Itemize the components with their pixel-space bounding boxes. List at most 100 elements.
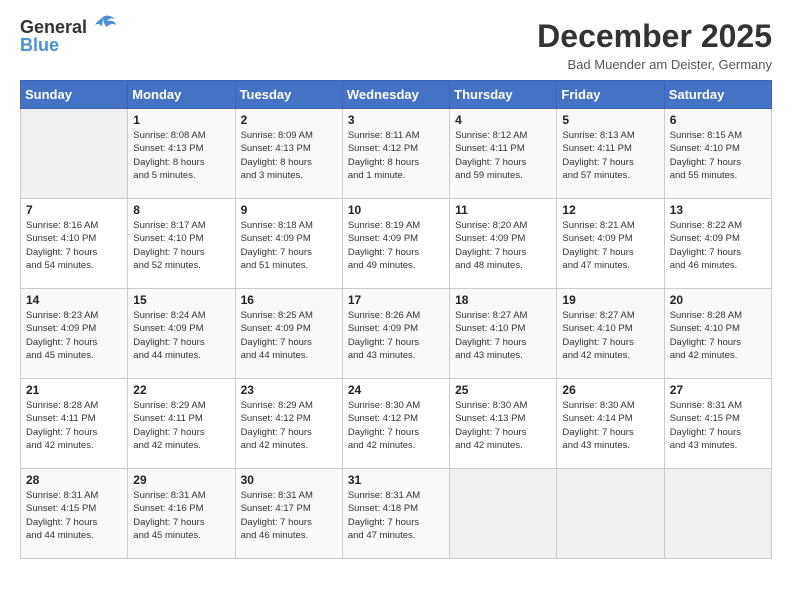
day-number: 13 <box>670 203 766 217</box>
calendar-cell: 7 Sunrise: 8:16 AM Sunset: 4:10 PM Daylig… <box>21 199 128 289</box>
day-info: Sunrise: 8:28 AM Sunset: 4:10 PM Dayligh… <box>670 309 766 362</box>
day-number: 24 <box>348 383 444 397</box>
calendar-cell: 2 Sunrise: 8:09 AM Sunset: 4:13 PM Daylig… <box>235 109 342 199</box>
day-number: 4 <box>455 113 551 127</box>
day-number: 12 <box>562 203 658 217</box>
day-info: Sunrise: 8:24 AM Sunset: 4:09 PM Dayligh… <box>133 309 229 362</box>
calendar-table: SundayMondayTuesdayWednesdayThursdayFrid… <box>20 80 772 559</box>
column-header-saturday: Saturday <box>664 81 771 109</box>
page-header: General Blue December 2025 Bad Muender a… <box>20 18 772 72</box>
calendar-header-row: SundayMondayTuesdayWednesdayThursdayFrid… <box>21 81 772 109</box>
day-number: 5 <box>562 113 658 127</box>
day-number: 21 <box>26 383 122 397</box>
logo: General Blue <box>20 18 117 56</box>
calendar-cell: 5 Sunrise: 8:13 AM Sunset: 4:11 PM Daylig… <box>557 109 664 199</box>
calendar-cell: 8Sunrise: 8:17 AM Sunset: 4:10 PM Daylig… <box>128 199 235 289</box>
day-number: 7 <box>26 203 122 217</box>
day-info: Sunrise: 8:09 AM Sunset: 4:13 PM Dayligh… <box>241 129 337 182</box>
calendar-cell: 30 Sunrise: 8:31 AM Sunset: 4:17 PM Dayli… <box>235 469 342 559</box>
calendar-cell: 10Sunrise: 8:19 AM Sunset: 4:09 PM Dayli… <box>342 199 449 289</box>
day-number: 27 <box>670 383 766 397</box>
day-info: Sunrise: 8:16 AM Sunset: 4:10 PM Dayligh… <box>26 219 122 272</box>
day-info: Sunrise: 8:22 AM Sunset: 4:09 PM Dayligh… <box>670 219 766 272</box>
day-info: Sunrise: 8:31 AM Sunset: 4:15 PM Dayligh… <box>26 489 122 542</box>
day-number: 22 <box>133 383 229 397</box>
day-number: 20 <box>670 293 766 307</box>
calendar-cell: 11Sunrise: 8:20 AM Sunset: 4:09 PM Dayli… <box>450 199 557 289</box>
column-header-sunday: Sunday <box>21 81 128 109</box>
column-header-wednesday: Wednesday <box>342 81 449 109</box>
column-header-friday: Friday <box>557 81 664 109</box>
calendar-cell: 17 Sunrise: 8:26 AM Sunset: 4:09 PM Dayli… <box>342 289 449 379</box>
calendar-cell: 16Sunrise: 8:25 AM Sunset: 4:09 PM Dayli… <box>235 289 342 379</box>
day-info: Sunrise: 8:27 AM Sunset: 4:10 PM Dayligh… <box>455 309 551 362</box>
calendar-cell: 28 Sunrise: 8:31 AM Sunset: 4:15 PM Dayli… <box>21 469 128 559</box>
calendar-cell: 1 Sunrise: 8:08 AM Sunset: 4:13 PM Daylig… <box>128 109 235 199</box>
day-info: Sunrise: 8:30 AM Sunset: 4:14 PM Dayligh… <box>562 399 658 452</box>
calendar-cell: 9 Sunrise: 8:18 AM Sunset: 4:09 PM Daylig… <box>235 199 342 289</box>
calendar-cell: 19 Sunrise: 8:27 AM Sunset: 4:10 PM Dayli… <box>557 289 664 379</box>
day-info: Sunrise: 8:13 AM Sunset: 4:11 PM Dayligh… <box>562 129 658 182</box>
day-number: 2 <box>241 113 337 127</box>
logo-blue-text: Blue <box>20 35 59 55</box>
calendar-cell: 27 Sunrise: 8:31 AM Sunset: 4:15 PM Dayli… <box>664 379 771 469</box>
calendar-week-row: 14 Sunrise: 8:23 AM Sunset: 4:09 PM Dayli… <box>21 289 772 379</box>
column-header-monday: Monday <box>128 81 235 109</box>
calendar-cell: 6Sunrise: 8:15 AM Sunset: 4:10 PM Daylig… <box>664 109 771 199</box>
day-info: Sunrise: 8:23 AM Sunset: 4:09 PM Dayligh… <box>26 309 122 362</box>
day-number: 29 <box>133 473 229 487</box>
day-info: Sunrise: 8:25 AM Sunset: 4:09 PM Dayligh… <box>241 309 337 362</box>
calendar-cell: 24 Sunrise: 8:30 AM Sunset: 4:12 PM Dayli… <box>342 379 449 469</box>
day-info: Sunrise: 8:29 AM Sunset: 4:11 PM Dayligh… <box>133 399 229 452</box>
day-info: Sunrise: 8:08 AM Sunset: 4:13 PM Dayligh… <box>133 129 229 182</box>
day-number: 23 <box>241 383 337 397</box>
day-info: Sunrise: 8:31 AM Sunset: 4:15 PM Dayligh… <box>670 399 766 452</box>
calendar-cell: 31Sunrise: 8:31 AM Sunset: 4:18 PM Dayli… <box>342 469 449 559</box>
calendar-cell: 25Sunrise: 8:30 AM Sunset: 4:13 PM Dayli… <box>450 379 557 469</box>
calendar-week-row: 28 Sunrise: 8:31 AM Sunset: 4:15 PM Dayli… <box>21 469 772 559</box>
day-info: Sunrise: 8:31 AM Sunset: 4:18 PM Dayligh… <box>348 489 444 542</box>
location: Bad Muender am Deister, Germany <box>537 57 772 72</box>
day-info: Sunrise: 8:31 AM Sunset: 4:17 PM Dayligh… <box>241 489 337 542</box>
calendar-cell: 14 Sunrise: 8:23 AM Sunset: 4:09 PM Dayli… <box>21 289 128 379</box>
calendar-cell: 3 Sunrise: 8:11 AM Sunset: 4:12 PM Daylig… <box>342 109 449 199</box>
calendar-cell: 12Sunrise: 8:21 AM Sunset: 4:09 PM Dayli… <box>557 199 664 289</box>
day-number: 18 <box>455 293 551 307</box>
day-number: 1 <box>133 113 229 127</box>
day-number: 15 <box>133 293 229 307</box>
calendar-cell <box>21 109 128 199</box>
day-info: Sunrise: 8:30 AM Sunset: 4:12 PM Dayligh… <box>348 399 444 452</box>
calendar-cell: 4 Sunrise: 8:12 AM Sunset: 4:11 PM Daylig… <box>450 109 557 199</box>
day-number: 28 <box>26 473 122 487</box>
calendar-cell: 23 Sunrise: 8:29 AM Sunset: 4:12 PM Dayli… <box>235 379 342 469</box>
day-info: Sunrise: 8:18 AM Sunset: 4:09 PM Dayligh… <box>241 219 337 272</box>
calendar-cell: 15 Sunrise: 8:24 AM Sunset: 4:09 PM Dayli… <box>128 289 235 379</box>
day-info: Sunrise: 8:12 AM Sunset: 4:11 PM Dayligh… <box>455 129 551 182</box>
column-header-tuesday: Tuesday <box>235 81 342 109</box>
day-number: 11 <box>455 203 551 217</box>
day-number: 9 <box>241 203 337 217</box>
title-block: December 2025 Bad Muender am Deister, Ge… <box>537 18 772 72</box>
calendar-cell: 22 Sunrise: 8:29 AM Sunset: 4:11 PM Dayli… <box>128 379 235 469</box>
calendar-cell <box>557 469 664 559</box>
day-info: Sunrise: 8:19 AM Sunset: 4:09 PM Dayligh… <box>348 219 444 272</box>
day-info: Sunrise: 8:29 AM Sunset: 4:12 PM Dayligh… <box>241 399 337 452</box>
day-number: 26 <box>562 383 658 397</box>
day-number: 17 <box>348 293 444 307</box>
calendar-cell: 20 Sunrise: 8:28 AM Sunset: 4:10 PM Dayli… <box>664 289 771 379</box>
day-info: Sunrise: 8:11 AM Sunset: 4:12 PM Dayligh… <box>348 129 444 182</box>
day-number: 30 <box>241 473 337 487</box>
calendar-week-row: 21Sunrise: 8:28 AM Sunset: 4:11 PM Dayli… <box>21 379 772 469</box>
day-info: Sunrise: 8:30 AM Sunset: 4:13 PM Dayligh… <box>455 399 551 452</box>
day-info: Sunrise: 8:27 AM Sunset: 4:10 PM Dayligh… <box>562 309 658 362</box>
day-info: Sunrise: 8:26 AM Sunset: 4:09 PM Dayligh… <box>348 309 444 362</box>
calendar-cell: 13 Sunrise: 8:22 AM Sunset: 4:09 PM Dayli… <box>664 199 771 289</box>
day-number: 19 <box>562 293 658 307</box>
day-number: 3 <box>348 113 444 127</box>
logo-bird-icon <box>89 15 117 37</box>
day-info: Sunrise: 8:17 AM Sunset: 4:10 PM Dayligh… <box>133 219 229 272</box>
calendar-cell <box>664 469 771 559</box>
calendar-cell: 26 Sunrise: 8:30 AM Sunset: 4:14 PM Dayli… <box>557 379 664 469</box>
day-number: 14 <box>26 293 122 307</box>
day-number: 6 <box>670 113 766 127</box>
